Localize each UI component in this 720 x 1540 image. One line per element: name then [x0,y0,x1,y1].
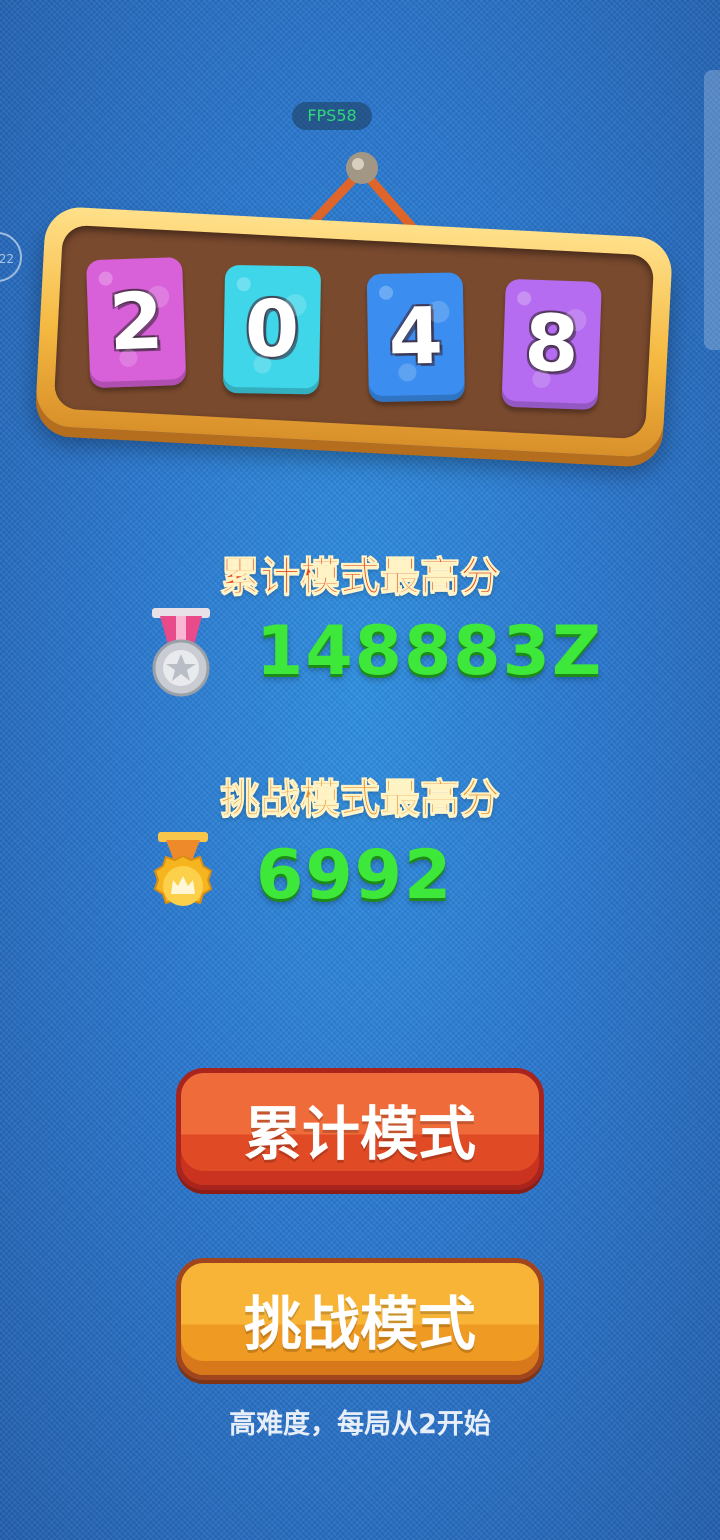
challenge-best-score: 6992 [256,836,454,915]
challenge-best-label: 挑战模式最高分 [220,776,501,823]
logo-tile-0: 0 [222,264,322,395]
cumulative-best-score: 148883Z [256,612,604,691]
challenge-mode-button[interactable]: 挑战模式 [176,1258,544,1380]
cumulative-best-label: 累计模式最高分 [220,554,501,601]
silver-medal-icon [152,608,210,697]
challenge-mode-hint: 高难度，每局从2开始 [229,1409,491,1440]
cumulative-mode-button[interactable]: 累计模式 [176,1068,544,1190]
side-floating-bubble[interactable]: 22 [0,232,22,282]
scrollbar[interactable] [704,70,720,350]
logo-tile-2: 2 [85,256,187,389]
gold-medal-icon [153,832,213,906]
logo-tile-8: 8 [501,278,602,410]
fps-counter: FPS58 [292,102,372,130]
challenge-mode-button-label: 挑战模式 [243,1290,476,1358]
game-logo-plaque: 2 0 4 8 [34,205,674,459]
cumulative-mode-button-label: 累计模式 [243,1100,476,1168]
logo-tile-4: 4 [366,272,465,403]
